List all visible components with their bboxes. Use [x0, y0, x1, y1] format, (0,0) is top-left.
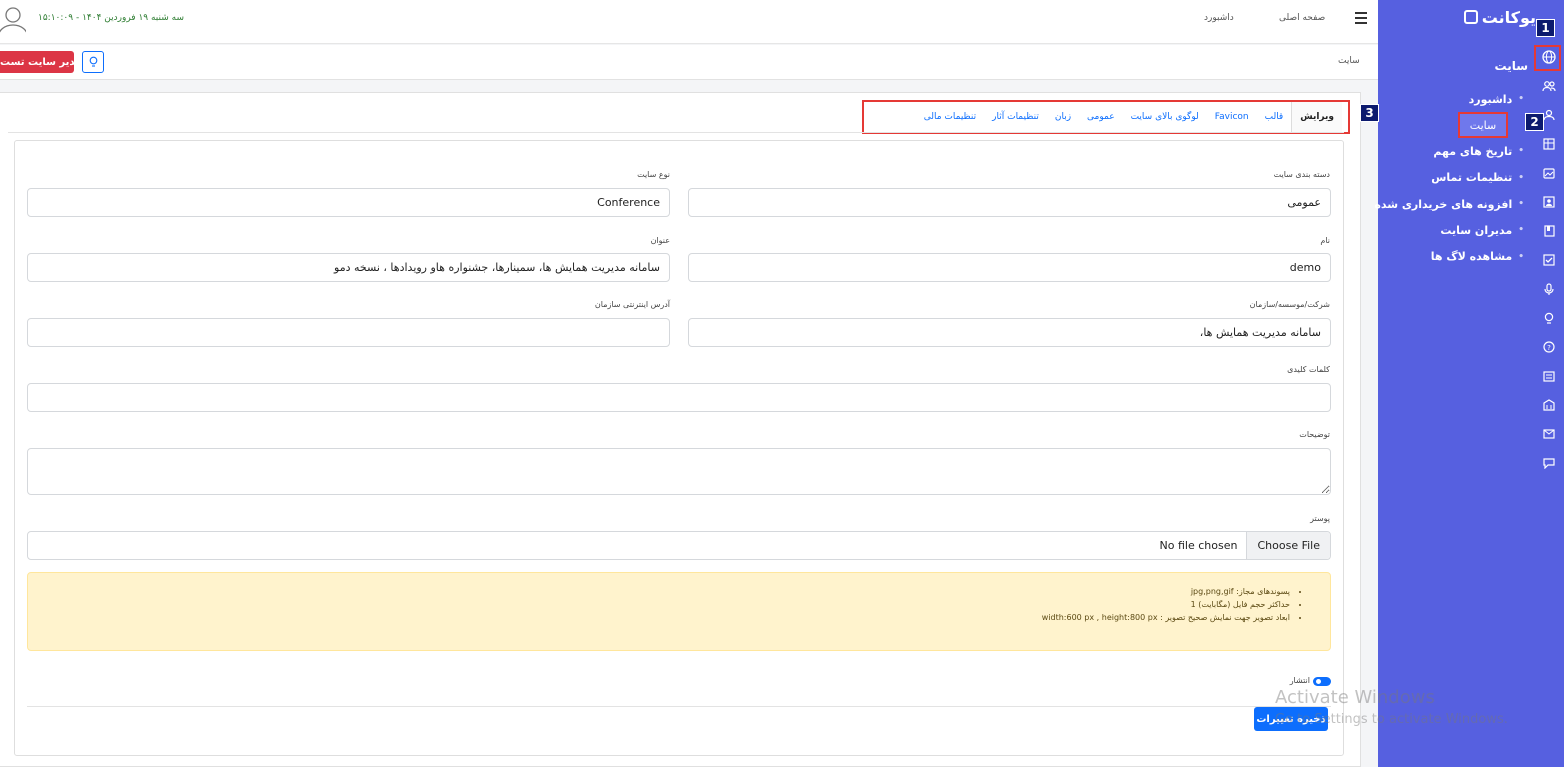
top-header: سه شنبه ۱۹ فروردین ۱۴۰۴ - ۱۵:۱۰:۰۹ داشبو…: [0, 0, 1378, 44]
form-divider: [27, 706, 1331, 707]
publish-toggle[interactable]: [1313, 677, 1331, 686]
tab-bar: ویرایش قالب Favicon لوگوی بالای سایت عمو…: [862, 100, 1350, 134]
current-datetime: سه شنبه ۱۹ فروردین ۱۴۰۴ - ۱۵:۱۰:۰۹: [38, 13, 185, 23]
site-type-field[interactable]: [27, 188, 670, 217]
sidebar-item-site[interactable]: سایت: [1458, 112, 1508, 139]
bullet-icon: •: [1518, 225, 1524, 236]
sidebar-item-contact-settings[interactable]: • تنظیمات تماس: [1414, 165, 1524, 191]
keywords-label: کلمات کلیدی: [1287, 365, 1330, 374]
sidebar-item-label: افزونه های خریداری شده: [1374, 197, 1513, 211]
choose-file-button[interactable]: Choose File: [1246, 532, 1330, 559]
site-admin-button[interactable]: مدیر سایت تست: [0, 51, 74, 73]
bullet-icon: •: [1518, 172, 1524, 183]
grid-icon[interactable]: [1540, 135, 1558, 153]
bullet-icon: •: [1518, 199, 1524, 210]
tab-language[interactable]: زبان: [1047, 102, 1079, 132]
sidebar-item-label: تاریخ های مهم: [1433, 144, 1513, 158]
mic-icon[interactable]: [1540, 280, 1558, 298]
sidebar-item-label: مدیران سایت: [1440, 223, 1513, 237]
file-status: No file chosen: [1159, 539, 1238, 552]
bulb-icon[interactable]: [82, 51, 104, 73]
tab-general[interactable]: عمومی: [1079, 102, 1123, 132]
website-label: آدرس اینترنتی سازمان: [594, 300, 670, 309]
poster-file-input[interactable]: Choose File No file chosen: [27, 531, 1331, 560]
tab-edit[interactable]: ویرایش: [1291, 102, 1342, 132]
keywords-field[interactable]: [27, 383, 1331, 412]
sidebar-item-site-managers[interactable]: • مدیران سایت: [1414, 217, 1524, 243]
annotation-badge-3: 3: [1360, 104, 1379, 122]
checkbox-icon[interactable]: [1540, 251, 1558, 269]
description-label: توضیحات: [1299, 430, 1330, 439]
company-field[interactable]: [688, 318, 1331, 347]
brand-logo[interactable]: یوکانت: [1463, 6, 1536, 28]
company-label: شرکت/موسسه/سازمان: [1249, 300, 1330, 309]
avatar[interactable]: [0, 4, 29, 39]
sidebar-item-dashboard[interactable]: • داشبورد: [1414, 86, 1524, 112]
user-card-icon[interactable]: [1540, 193, 1558, 211]
annotation-badge-1: 1: [1536, 19, 1555, 37]
upload-notice: پسوندهای مجاز: jpg,png,gif حداکثر حجم فا…: [27, 572, 1331, 651]
logo-mark-icon: [1463, 10, 1478, 24]
book-icon[interactable]: [1540, 222, 1558, 240]
sidebar-menu: • داشبورد سایت • تاریخ های مهم • تنظیمات تم…: [1374, 86, 1524, 270]
menu-toggle-icon[interactable]: [1355, 12, 1367, 24]
bullet-icon: •: [1518, 251, 1524, 262]
name-field[interactable]: [688, 253, 1331, 282]
nav-link-dashboard[interactable]: داشبورد: [1204, 13, 1234, 23]
highlight-frame-globe: [1534, 45, 1561, 71]
bulb-icon[interactable]: [1540, 309, 1558, 327]
sidebar-item-purchased-plugins[interactable]: • افزونه های خریداری شده: [1374, 191, 1524, 217]
website-field[interactable]: [27, 318, 670, 347]
chat-icon[interactable]: [1540, 454, 1558, 472]
notice-item: ابعاد تصویر جهت نمایش صحیح تصویر : width…: [28, 611, 1290, 624]
users-icon[interactable]: [1540, 77, 1558, 95]
annotation-badge-2: 2: [1525, 113, 1544, 131]
publish-label: انتشار: [1289, 676, 1310, 685]
tab-works-settings[interactable]: تنظیمات آثار: [984, 102, 1047, 132]
activation-watermark-title: Activate Windows: [1275, 687, 1435, 708]
sidebar-section-title: سایت: [1494, 59, 1528, 73]
poster-label: پوستر: [1310, 514, 1330, 523]
site-type-label: نوع سایت: [637, 170, 670, 179]
tab-favicon[interactable]: Favicon: [1207, 102, 1257, 132]
description-field[interactable]: [27, 448, 1331, 495]
tab-financial-settings[interactable]: تنظیمات مالی: [916, 102, 984, 132]
icon-bar: ?: [1534, 43, 1564, 767]
notice-item: حداکثر حجم فایل (مگابایت) 1: [28, 598, 1290, 611]
breadcrumb: سایت: [1338, 56, 1360, 66]
name-label: نام: [1320, 236, 1330, 245]
bullet-icon: •: [1518, 94, 1524, 105]
mail-icon[interactable]: [1540, 425, 1558, 443]
sidebar-item-label: تنظیمات تماس: [1431, 171, 1513, 185]
tab-template[interactable]: قالب: [1257, 102, 1292, 132]
building-icon[interactable]: [1540, 396, 1558, 414]
help-icon[interactable]: ?: [1540, 338, 1558, 356]
sidebar-item-important-dates[interactable]: • تاریخ های مهم: [1414, 138, 1524, 164]
svg-text:?: ?: [1547, 344, 1551, 352]
sidebar-item-label: مشاهده لاگ ها: [1430, 250, 1513, 264]
title-label: عنوان: [650, 236, 670, 245]
activation-watermark-subtitle: Go to Settings to activate Windows.: [1275, 712, 1508, 727]
nav-link-home[interactable]: صفحه اصلی: [1279, 13, 1325, 23]
sidebar-item-label: داشبورد: [1468, 92, 1513, 106]
list-icon[interactable]: [1540, 367, 1558, 385]
page-toolbar: مدیر سایت تست سایت: [0, 45, 1378, 80]
bullet-icon: •: [1518, 146, 1524, 157]
notice-item: پسوندهای مجاز: jpg,png,gif: [28, 585, 1290, 598]
tab-header-logo[interactable]: لوگوی بالای سایت: [1123, 102, 1207, 132]
title-field[interactable]: [27, 253, 670, 282]
brand-name: یوکانت: [1481, 7, 1536, 27]
tab-divider: [8, 132, 1344, 133]
image-icon[interactable]: [1540, 164, 1558, 182]
site-category-field[interactable]: [688, 188, 1331, 217]
sidebar-item-view-logs[interactable]: • مشاهده لاگ ها: [1414, 243, 1524, 269]
sidebar-item-label: سایت: [1469, 118, 1497, 132]
site-category-label: دسته بندی سایت: [1273, 170, 1330, 179]
